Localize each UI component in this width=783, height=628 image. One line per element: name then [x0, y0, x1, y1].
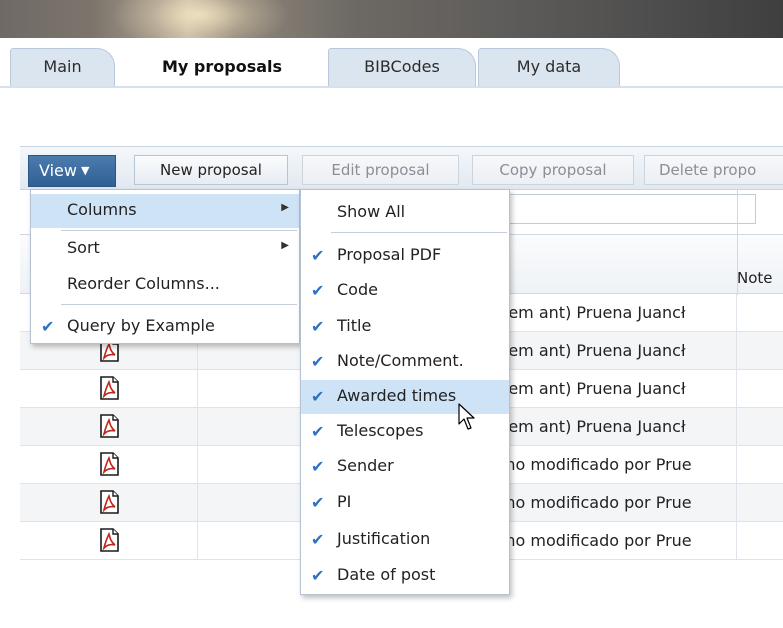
- mouse-pointer-icon: [458, 403, 475, 430]
- copy-proposal-label: Copy proposal: [499, 161, 607, 179]
- edit-proposal-label: Edit proposal: [331, 161, 430, 179]
- check-icon: ✔: [311, 352, 325, 371]
- menu-item-columns[interactable]: Columns ▶: [31, 194, 299, 228]
- column-toggle-item[interactable]: ✔ Note/Comment.: [301, 345, 509, 379]
- menu-item-sort-label: Sort: [67, 238, 100, 257]
- column-toggle-label: Date of post: [337, 565, 436, 584]
- new-proposal-label: New proposal: [160, 161, 262, 179]
- tab-strip: Main BIBCodes My data My proposals: [0, 38, 783, 88]
- column-toggle-label: Awarded times: [337, 386, 457, 405]
- copy-proposal-button[interactable]: Copy proposal: [472, 155, 634, 185]
- column-toggle-label: Note/Comment.: [337, 351, 464, 370]
- menu-item-show-all-label: Show All: [337, 202, 406, 221]
- pdf-file-icon[interactable]: [98, 490, 120, 514]
- pdf-cell: [20, 408, 198, 446]
- columns-submenu: Show All ✔ Proposal PDF ✔ Code ✔ Title ✔ Note/C…: [300, 189, 510, 595]
- column-toggle-label: Proposal PDF: [337, 245, 442, 264]
- tab-my-proposals[interactable]: My proposals: [118, 48, 326, 88]
- new-proposal-button[interactable]: New proposal: [134, 155, 288, 185]
- title-text: :ho modificado por Prue: [500, 455, 692, 474]
- check-icon: ✔: [311, 246, 325, 265]
- title-text: :ho modificado por Prue: [500, 493, 692, 512]
- chevron-down-icon: ▼: [80, 164, 90, 177]
- column-toggle-item[interactable]: ✔ PI: [301, 486, 509, 520]
- note-column-header[interactable]: Note: [737, 269, 773, 287]
- tab-baseline: [0, 86, 783, 88]
- pdf-file-icon[interactable]: [98, 452, 120, 476]
- check-icon: ✔: [311, 281, 325, 300]
- pdf-cell: [20, 522, 198, 560]
- pdf-cell: [20, 370, 198, 408]
- column-toggle-label: Code: [337, 280, 378, 299]
- column-toggle-item[interactable]: ✔ Justification: [301, 523, 509, 557]
- tab-main[interactable]: Main: [10, 48, 115, 88]
- tab-my-proposals-label: My proposals: [161, 57, 283, 76]
- toolbar: View ▼ New proposal Edit proposal Copy pr…: [20, 146, 783, 190]
- menu-item-query-by-example[interactable]: ✔ Query by Example: [31, 310, 299, 344]
- view-button-label: View: [39, 161, 77, 180]
- delete-proposal-label: Delete propo: [659, 161, 757, 179]
- column-toggle-label: Title: [337, 316, 372, 335]
- column-toggle-label: Sender: [337, 456, 394, 475]
- edit-proposal-button[interactable]: Edit proposal: [302, 155, 459, 185]
- tab-my-data[interactable]: My data: [478, 48, 620, 88]
- check-icon: ✔: [311, 387, 325, 406]
- menu-item-columns-label: Columns: [67, 200, 137, 219]
- tab-bibcodes-label: BIBCodes: [364, 57, 440, 76]
- pdf-file-icon[interactable]: [98, 376, 120, 400]
- submenu-arrow-icon: ▶: [281, 202, 289, 213]
- pdf-cell: [20, 446, 198, 484]
- filter-input[interactable]: [500, 194, 756, 224]
- pdf-cell: [20, 484, 198, 522]
- title-text: :ho modificado por Prue: [500, 531, 692, 550]
- menu-item-reorder-columns[interactable]: Reorder Columns...: [31, 268, 299, 302]
- title-text: sem ant) Pruena Juancł: [500, 341, 686, 360]
- check-icon: ✔: [41, 317, 55, 336]
- menu-item-reorder-label: Reorder Columns...: [67, 274, 220, 293]
- submenu-arrow-icon: ▶: [281, 240, 289, 251]
- pdf-file-icon[interactable]: [98, 528, 120, 552]
- check-icon: ✔: [311, 493, 325, 512]
- menu-item-show-all[interactable]: Show All: [301, 196, 509, 230]
- column-toggle-item[interactable]: ✔ Proposal PDF: [301, 239, 509, 273]
- column-toggle-label: Justification: [337, 529, 431, 548]
- column-toggle-item[interactable]: ✔ Code: [301, 274, 509, 308]
- title-text: sem ant) Pruena Juancł: [500, 417, 686, 436]
- view-menu: Columns ▶ Sort ▶ Reorder Columns... ✔ Qu…: [30, 189, 300, 344]
- menu-divider: [331, 232, 507, 233]
- menu-item-sort[interactable]: Sort ▶: [31, 232, 299, 266]
- pdf-file-icon[interactable]: [98, 414, 120, 438]
- tab-main-label: Main: [43, 57, 82, 76]
- check-icon: ✔: [311, 422, 325, 441]
- menu-item-query-label: Query by Example: [67, 316, 215, 335]
- tab-my-data-label: My data: [516, 57, 582, 76]
- check-icon: ✔: [311, 317, 325, 336]
- column-toggle-item[interactable]: ✔ Title: [301, 310, 509, 344]
- check-icon: ✔: [311, 566, 325, 585]
- tab-bibcodes[interactable]: BIBCodes: [328, 48, 476, 88]
- column-toggle-item[interactable]: ✔ Sender: [301, 450, 509, 484]
- check-icon: ✔: [311, 457, 325, 476]
- check-icon: ✔: [311, 530, 325, 549]
- column-toggle-label: PI: [337, 492, 352, 511]
- header-divider: [737, 190, 738, 234]
- delete-proposal-button[interactable]: Delete propo: [644, 155, 783, 185]
- header-banner: [0, 0, 783, 50]
- menu-divider: [61, 304, 297, 305]
- title-text: sem ant) Pruena Juancł: [500, 303, 686, 322]
- column-toggle-label: Telescopes: [337, 421, 424, 440]
- menu-divider: [61, 230, 297, 231]
- title-text: sem ant) Pruena Juancł: [500, 379, 686, 398]
- column-toggle-item[interactable]: ✔ Date of post: [301, 559, 509, 593]
- view-menu-button[interactable]: View ▼: [28, 155, 116, 187]
